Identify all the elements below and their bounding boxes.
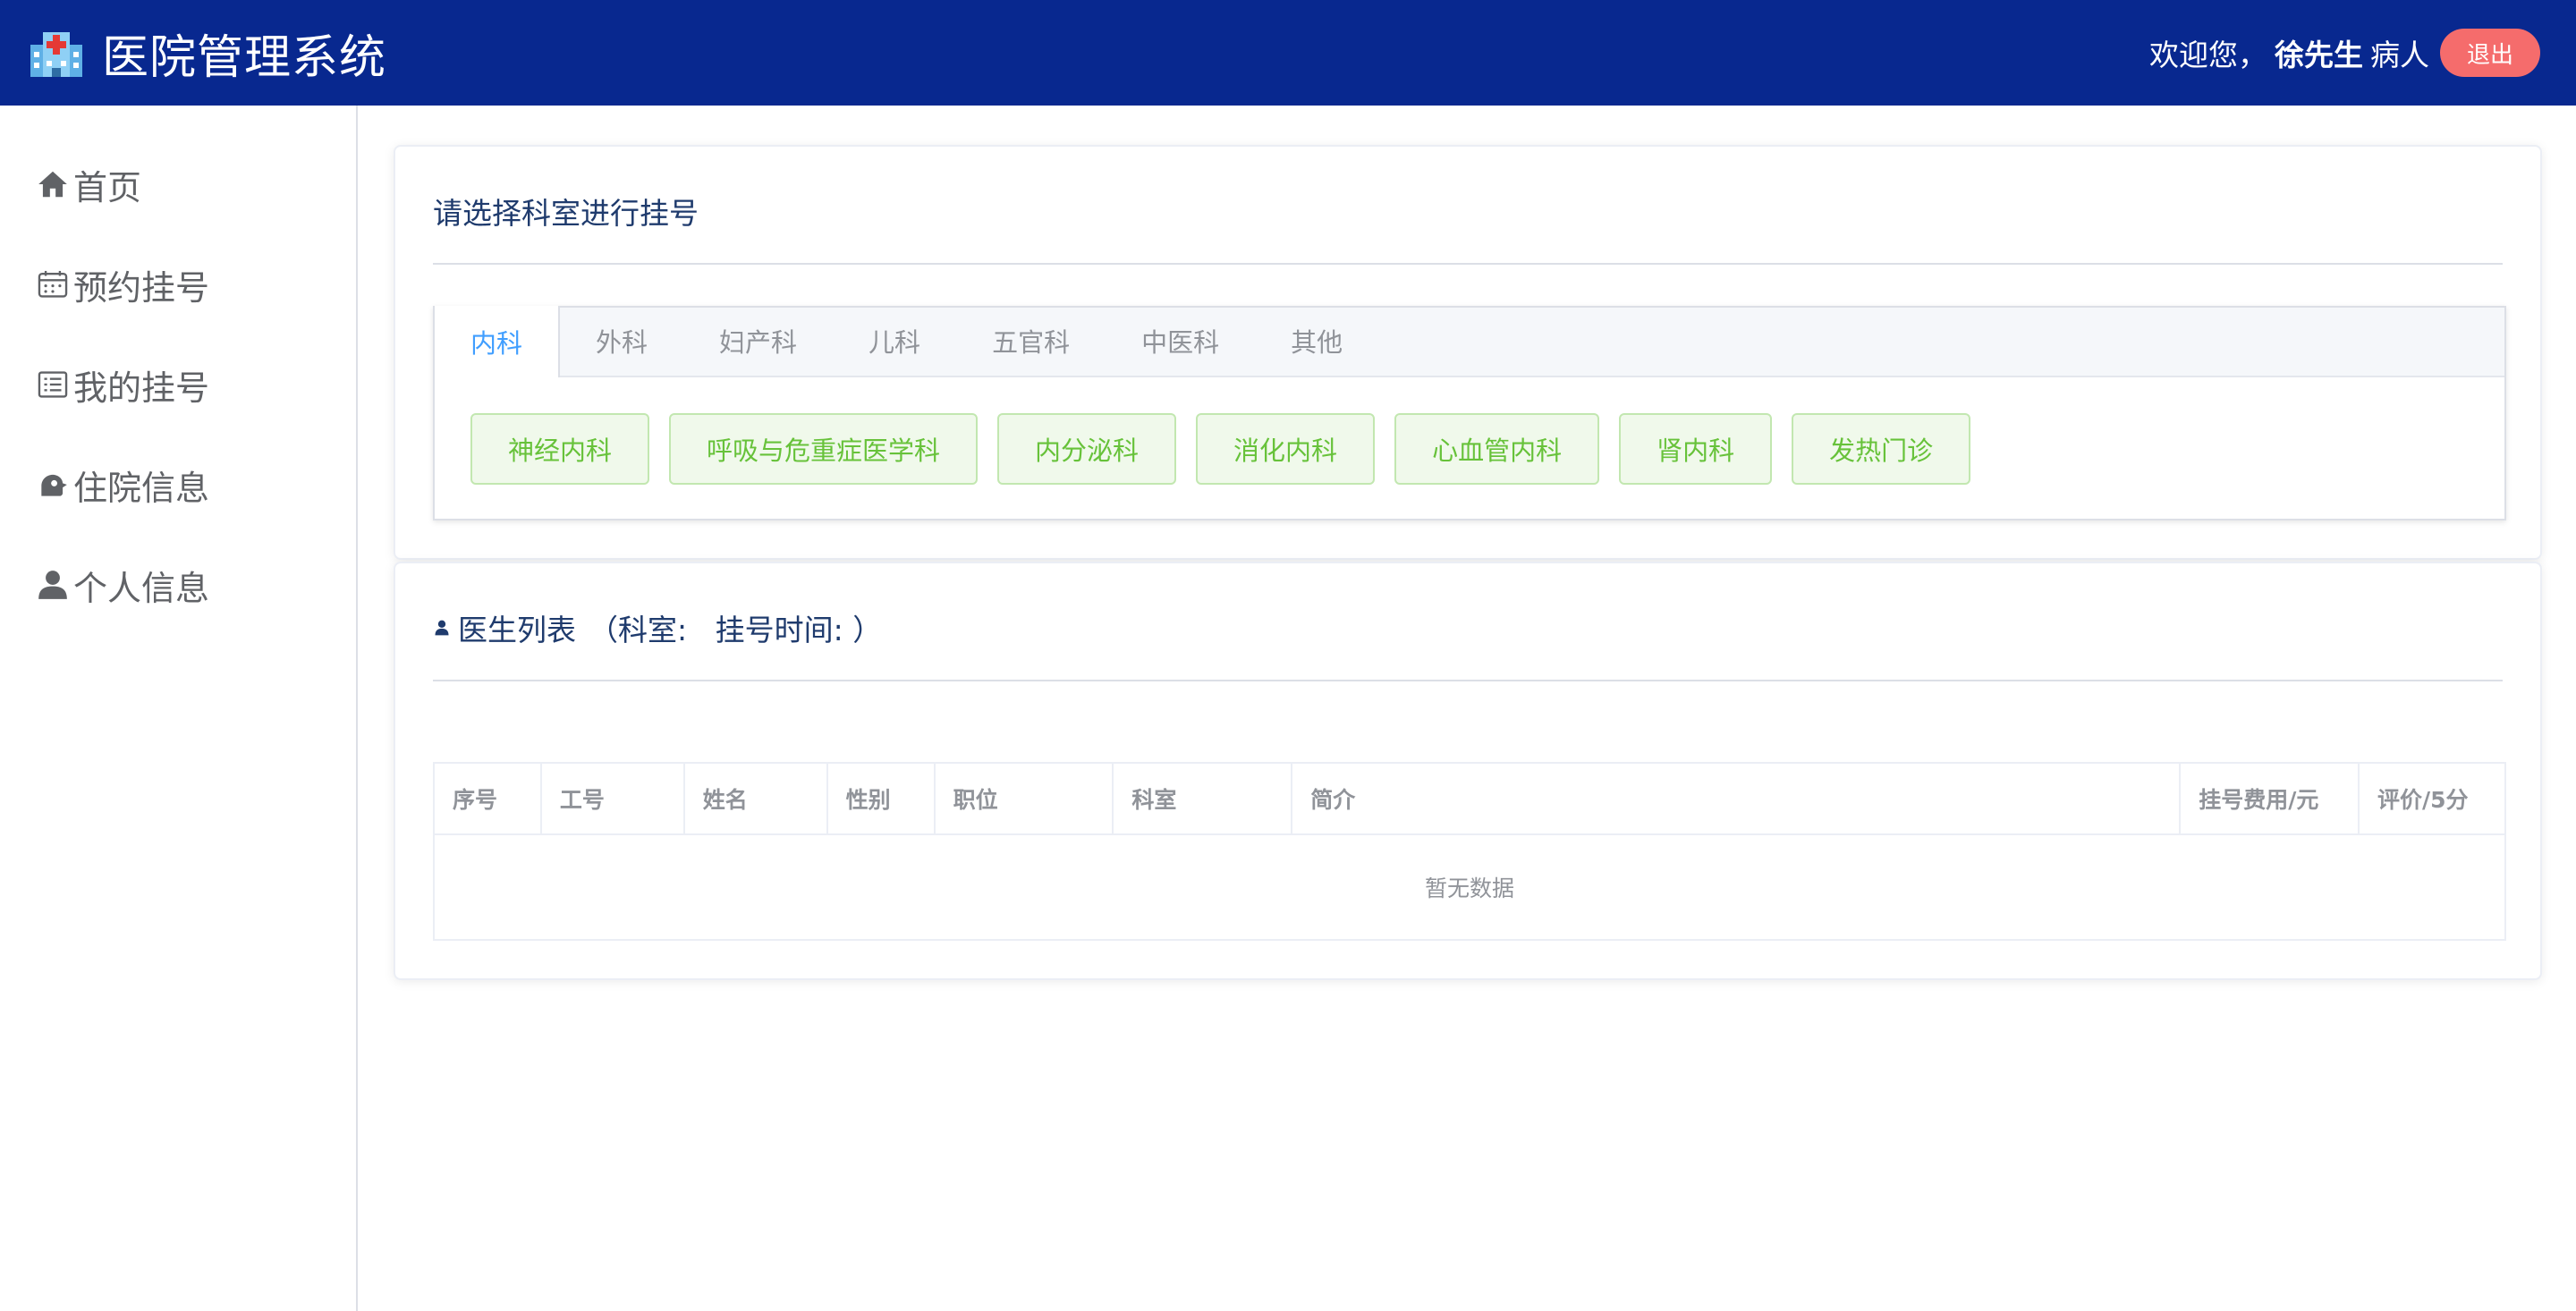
app-title: 医院管理系统 [102, 30, 387, 85]
column-header[interactable]: 评价/5分 [2359, 763, 2505, 835]
hospital-icon [30, 32, 82, 77]
dept-button-fever-clinic[interactable]: 发热门诊 [1792, 413, 1971, 485]
column-header[interactable]: 序号 [434, 763, 542, 835]
column-header[interactable]: 职位 [934, 763, 1114, 835]
column-header[interactable]: 挂号费用/元 [2180, 763, 2360, 835]
bed-icon [41, 474, 67, 496]
tab-ent[interactable]: 五官科 [956, 306, 1106, 376]
tab-surgery[interactable]: 外科 [560, 306, 683, 376]
column-header[interactable]: 姓名 [683, 763, 828, 835]
user-icon [38, 571, 67, 599]
sidebar-item-label: 住院信息 [73, 468, 210, 508]
sidebar-item-hospitalization[interactable]: 住院信息 [0, 435, 356, 535]
doctor-list-card: 医生列表 （科室: 挂号时间: ） 序号 工号 姓名 性别 职位 科室 简介 挂… [394, 562, 2542, 980]
department-card: 请选择科室进行挂号 内科 外科 妇产科 儿科 五官科 中医科 其他 神经内科 呼… [394, 145, 2542, 560]
dept-button-cardiology[interactable]: 心血管内科 [1394, 413, 1600, 485]
logout-button[interactable]: 退出 [2440, 29, 2540, 77]
sidebar-item-label: 个人信息 [73, 568, 210, 608]
sidebar-item-label: 预约挂号 [73, 267, 210, 308]
sidebar-item-my-appointments[interactable]: 我的挂号 [0, 334, 356, 435]
calendar-icon [38, 270, 68, 298]
column-header[interactable]: 工号 [540, 763, 685, 835]
main-content: 请选择科室进行挂号 内科 外科 妇产科 儿科 五官科 中医科 其他 神经内科 呼… [360, 106, 2576, 1311]
user-role: 病人 [2370, 38, 2429, 72]
welcome-text: 欢迎您， [2149, 38, 2267, 72]
top-header: 医院管理系统 欢迎您， 徐先生 病人 退出 [0, 0, 2576, 106]
tab-tcm[interactable]: 中医科 [1106, 306, 1255, 376]
dept-button-endocrinology[interactable]: 内分泌科 [997, 413, 1177, 485]
tab-other[interactable]: 其他 [1255, 306, 1378, 376]
tab-internal-medicine[interactable]: 内科 [435, 306, 561, 377]
home-icon [38, 171, 67, 198]
department-card-title: 请选择科室进行挂号 [433, 196, 699, 231]
empty-table-text: 暂无数据 [1424, 875, 1514, 901]
sidebar-item-label: 我的挂号 [73, 368, 210, 408]
column-header[interactable]: 科室 [1113, 763, 1293, 835]
user-name: 徐先生 [2275, 38, 2363, 72]
table-header-row: 序号 工号 姓名 性别 职位 科室 简介 挂号费用/元 评价/5分 [434, 763, 2505, 835]
tab-header: 内科 外科 妇产科 儿科 五官科 中医科 其他 [435, 306, 2504, 377]
column-header[interactable]: 性别 [826, 763, 936, 835]
sidebar-item-home[interactable]: 首页 [0, 134, 356, 234]
sidebar-item-appointment[interactable]: 预约挂号 [0, 234, 356, 334]
divider [433, 680, 2503, 681]
doctor-list-title: 医生列表 （科室: 挂号时间: ） [433, 606, 882, 649]
table-row: 暂无数据 [434, 834, 2505, 940]
sidebar-item-profile[interactable]: 个人信息 [0, 535, 356, 635]
divider [433, 263, 2503, 265]
list-icon [38, 371, 68, 398]
sidebar: 首页 预约挂号 我的挂号 住院信息 个人信息 [0, 106, 358, 1311]
tab-obstetrics[interactable]: 妇产科 [683, 306, 833, 376]
dept-button-respiratory[interactable]: 呼吸与危重症医学科 [669, 413, 979, 485]
doctor-table: 序号 工号 姓名 性别 职位 科室 简介 挂号费用/元 评价/5分 暂无数据 [433, 762, 2506, 941]
doctor-list-subtitle: （科室: 挂号时间: ） [589, 613, 883, 647]
user-area: 欢迎您， 徐先生 病人 退出 [2149, 29, 2540, 77]
brand: 医院管理系统 [29, 20, 386, 87]
dept-button-gastroenterology[interactable]: 消化内科 [1196, 413, 1376, 485]
dept-button-neurology[interactable]: 神经内科 [470, 413, 650, 485]
column-header[interactable]: 简介 [1292, 763, 2182, 835]
doctor-list-title-text: 医生列表 [458, 613, 576, 647]
tab-pediatrics[interactable]: 儿科 [833, 306, 956, 376]
department-tabs: 内科 外科 妇产科 儿科 五官科 中医科 其他 神经内科 呼吸与危重症医学科 内… [433, 306, 2506, 520]
department-list: 神经内科 呼吸与危重症医学科 内分泌科 消化内科 心血管内科 肾内科 发热门诊 [435, 377, 2504, 485]
sidebar-item-label: 首页 [73, 167, 142, 207]
user-icon [435, 620, 449, 636]
dept-button-nephrology[interactable]: 肾内科 [1619, 413, 1773, 485]
